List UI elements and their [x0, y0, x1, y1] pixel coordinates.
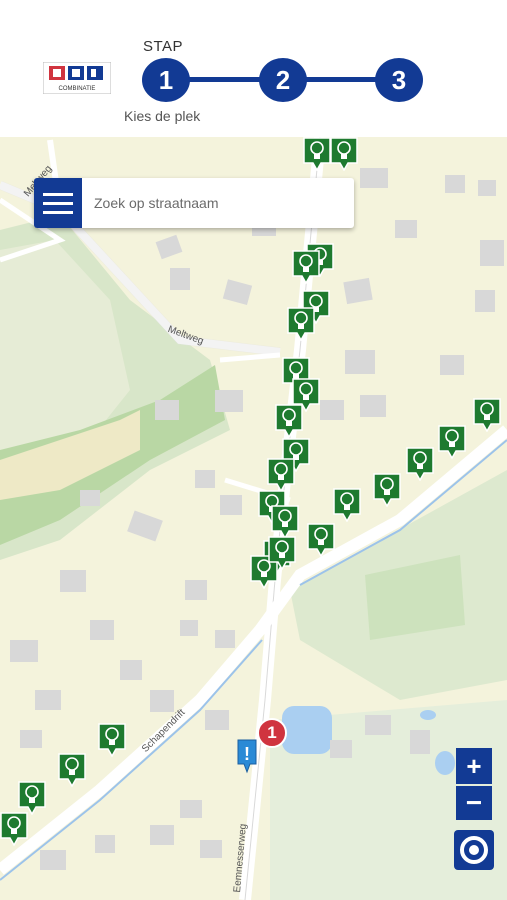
- step-header: COMBINATIE STAP 1 2 3 Kies de plek: [0, 0, 507, 137]
- locate-button[interactable]: [454, 830, 494, 870]
- lamp-marker-icon[interactable]: [268, 536, 296, 570]
- lamp-marker-icon[interactable]: [292, 250, 320, 284]
- lamp-marker-icon[interactable]: [303, 137, 331, 171]
- hamburger-icon: [43, 192, 73, 196]
- lamp-marker-icon[interactable]: [406, 447, 434, 481]
- lamp-marker-icon[interactable]: [373, 473, 401, 507]
- lamp-marker-icon[interactable]: [330, 137, 358, 171]
- menu-button[interactable]: [34, 178, 82, 228]
- lamp-marker-icon[interactable]: [287, 307, 315, 341]
- map-view[interactable]: Meltweg Meltweg Schapendrift Eemnesserwe…: [0, 137, 507, 900]
- svg-text:COMBINATIE: COMBINATIE: [59, 86, 96, 92]
- lamp-marker-icon[interactable]: [333, 488, 361, 522]
- lamp-marker-icon[interactable]: [0, 812, 28, 846]
- svg-text:!: !: [244, 744, 250, 764]
- search-input[interactable]: [82, 178, 354, 228]
- step-caption: Kies de plek: [124, 108, 201, 124]
- lamp-marker-icon[interactable]: [275, 404, 303, 438]
- step-2-indicator[interactable]: 2: [259, 58, 307, 102]
- search-bar: [34, 178, 354, 228]
- hamburger-icon: [43, 210, 73, 214]
- lamp-marker-icon[interactable]: [473, 398, 501, 432]
- lamp-marker-icon[interactable]: [307, 523, 335, 557]
- lamp-marker-icon[interactable]: [438, 425, 466, 459]
- zoom-in-button[interactable]: +: [456, 748, 492, 784]
- step-label: STAP: [143, 38, 184, 55]
- lamp-marker-icon[interactable]: [58, 753, 86, 787]
- report-marker-icon[interactable]: !: [236, 738, 258, 774]
- target-icon: [460, 836, 488, 864]
- bel-combinatie-logo: COMBINATIE: [43, 62, 111, 94]
- report-count-badge: 1: [257, 718, 287, 748]
- step-3-indicator[interactable]: 3: [375, 58, 423, 102]
- zoom-out-button[interactable]: −: [456, 786, 492, 820]
- step-1-indicator[interactable]: 1: [142, 58, 190, 102]
- lamp-marker-icon[interactable]: [267, 458, 295, 492]
- hamburger-icon: [43, 201, 73, 205]
- lamp-marker-icon[interactable]: [271, 505, 299, 539]
- lamp-marker-icon[interactable]: [18, 781, 46, 815]
- lamp-marker-icon[interactable]: [98, 723, 126, 757]
